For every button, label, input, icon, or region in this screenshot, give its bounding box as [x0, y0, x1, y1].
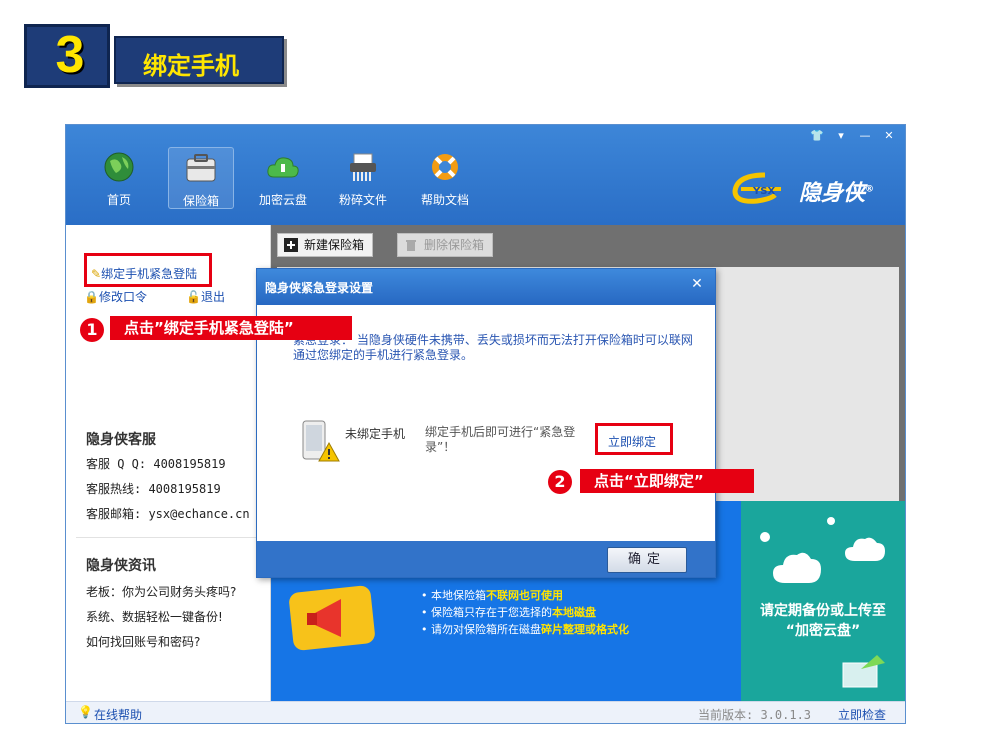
step-number-box: 3 — [24, 24, 110, 88]
step-badge: 3 绑定手机 — [24, 24, 284, 88]
nav-shred-files-label: 粉碎文件 — [338, 193, 387, 207]
change-password-link[interactable]: 🔒修改口令 — [84, 288, 147, 305]
emergency-login-dialog: 隐身侠紧急登录设置 ✕ 紧急登录： 当隐身侠硬件未携带、丢失或损坏而无法打开保险… — [256, 268, 716, 578]
lightbulb-icon: 💡 — [78, 705, 93, 719]
cloud-backup-line-1: 请定期备份或上传至 — [760, 603, 886, 619]
change-password-label: 修改口令 — [98, 290, 147, 304]
banner-tip-3: • 请勿对保险箱所在磁盘碎片整理或格式化 — [421, 621, 629, 638]
logout-icon: 🔓 — [186, 290, 201, 304]
bind-now-link[interactable]: 立即绑定 — [608, 433, 656, 450]
dialog-title: 隐身侠紧急登录设置 — [265, 281, 374, 295]
brand-logo: YSX 隐身侠® — [731, 171, 891, 211]
dialog-footer: 确定 — [257, 541, 715, 577]
step-title-box: 绑定手机 — [114, 36, 284, 84]
cloud-backup-line-2: “加密云盘” — [785, 623, 861, 639]
delete-safe-label: 删除保险箱 — [424, 238, 485, 252]
cloud-disk-icon — [267, 157, 299, 178]
version-text: 当前版本: 3.0.1.3 — [698, 708, 812, 722]
callout-1-number: 1 — [80, 318, 104, 342]
safe-box-icon — [186, 154, 216, 182]
top-bar: 👕 ▾ — ✕ 首页 保险箱 加密云盘 粉碎文件 帮助文档 YSX 隐身侠® — [66, 125, 905, 225]
banner-tip-2-highlight: 本地磁盘 — [551, 606, 596, 619]
check-update-link[interactable]: 立即检查 — [838, 706, 886, 723]
bind-phone-link[interactable]: ✎绑定手机紧急登陆 — [91, 265, 197, 282]
service-title: 隐身侠客服 — [86, 432, 156, 448]
nav-safe-box[interactable]: 保险箱 — [168, 147, 234, 209]
nav-safe-box-label: 保险箱 — [182, 194, 219, 208]
banner-tip-2-prefix: • 保险箱只存在于您选择的 — [421, 606, 552, 619]
lock-icon: 🔒 — [84, 290, 99, 304]
nav-home[interactable]: 首页 — [86, 147, 152, 209]
step-number: 3 — [55, 26, 85, 84]
banner-tip-1: • 本地保险箱不联网也可使用 — [421, 587, 629, 604]
phone-warning-icon — [302, 420, 340, 462]
nav-help-docs[interactable]: 帮助文档 — [412, 147, 478, 209]
folder-upload-icon — [842, 655, 885, 688]
cloud-backup-banner[interactable]: 请定期备份或上传至 “加密云盘” — [741, 501, 905, 701]
step-title: 绑定手机 — [143, 52, 239, 80]
skin-icon[interactable]: 👕 — [807, 128, 827, 144]
brand-name: 隐身侠® — [799, 175, 874, 207]
delete-safe-button[interactable]: 删除保险箱 — [397, 233, 493, 257]
banner-tip-1-prefix: • 本地保险箱 — [421, 589, 486, 602]
nav-shred-files[interactable]: 粉碎文件 — [330, 147, 396, 209]
news-title: 隐身侠资讯 — [86, 558, 156, 574]
nav-cloud-disk[interactable]: 加密云盘 — [250, 147, 316, 209]
banner-tip-3-prefix: • 请勿对保险箱所在磁盘 — [421, 623, 541, 636]
status-bar: 💡 在线帮助 当前版本: 3.0.1.3 立即检查 — [66, 701, 905, 723]
dialog-description: 紧急登录： 当隐身侠硬件未携带、丢失或损坏而无法打开保险箱时可以联网通过您绑定的… — [293, 333, 693, 362]
bind-phone-link-text: 绑定手机紧急登陆 — [101, 267, 198, 281]
megaphone-icon — [289, 585, 375, 651]
ok-button[interactable]: 确定 — [607, 547, 687, 573]
bind-phone-link-highlight: ✎绑定手机紧急登陆 — [84, 253, 212, 287]
dialog-title-bar: 隐身侠紧急登录设置 ✕ — [257, 269, 715, 305]
left-panel: ✎绑定手机紧急登陆 🔒修改口令 🔓退出 隐身侠客服 客服 Q Q: 400819… — [66, 225, 271, 701]
callout-1-label: 点击”绑定手机紧急登陆” — [110, 316, 352, 340]
pencil-icon: ✎ — [91, 267, 102, 281]
phone-status: 未绑定手机 — [345, 427, 406, 441]
bind-now-highlight: 立即绑定 — [595, 423, 673, 455]
banner-tip-3-highlight: 碎片整理或格式化 — [540, 623, 629, 636]
logout-label: 退出 — [200, 290, 225, 304]
brand-badge: YSX — [752, 186, 775, 197]
left-divider — [76, 537, 261, 538]
bind-hint: 绑定手机后即可进行“紧急登录”！ — [425, 425, 576, 454]
trash-icon — [406, 240, 416, 251]
plus-icon — [284, 238, 298, 252]
news-item[interactable]: 老板：你为公司财务头疼吗? — [86, 583, 236, 600]
new-safe-label: 新建保险箱 — [304, 238, 365, 252]
menu-dropdown-icon[interactable]: ▾ — [831, 128, 851, 144]
callout-2-number: 2 — [548, 470, 572, 494]
window-controls: 👕 ▾ — ✕ — [807, 128, 899, 144]
nav-help-docs-label: 帮助文档 — [420, 193, 469, 207]
brand-reg-mark: ® — [865, 184, 875, 195]
cloud-lock-icon — [760, 517, 885, 583]
service-email: 客服邮箱: ysx@echance.cn — [86, 507, 250, 521]
brand-e-icon: YSX — [732, 172, 781, 204]
online-help-link[interactable]: 在线帮助 — [94, 706, 142, 723]
service-hotline: 客服热线: 4008195819 — [86, 482, 221, 496]
cloud-backup-text: 请定期备份或上传至 “加密云盘” — [741, 601, 905, 641]
banner-tip-1-highlight: 不联网也可使用 — [486, 589, 563, 602]
globe-icon — [104, 152, 134, 182]
new-safe-button[interactable]: 新建保险箱 — [277, 233, 373, 257]
nav-home-label: 首页 — [106, 193, 131, 207]
news-item[interactable]: 系统、数据轻松一键备份! — [86, 608, 223, 625]
dialog-close-icon[interactable]: ✕ — [687, 275, 707, 293]
logout-link[interactable]: 🔓退出 — [186, 288, 225, 305]
news-item[interactable]: 如何找回账号和密码? — [86, 633, 200, 650]
banner-tips: • 本地保险箱不联网也可使用 • 保险箱只存在于您选择的本地磁盘 • 请勿对保险… — [421, 587, 629, 638]
nav-cloud-disk-label: 加密云盘 — [258, 193, 307, 207]
shredder-icon — [350, 153, 376, 181]
close-icon[interactable]: ✕ — [879, 128, 899, 144]
banner-tip-2: • 保险箱只存在于您选择的本地磁盘 — [421, 604, 629, 621]
callout-2-label: 点击“立即绑定” — [580, 469, 754, 493]
lifebuoy-icon — [432, 154, 458, 180]
service-qq: 客服 Q Q: 4008195819 — [86, 457, 226, 471]
brand-name-text: 隐身侠 — [799, 181, 866, 206]
minimize-icon[interactable]: — — [855, 128, 875, 144]
